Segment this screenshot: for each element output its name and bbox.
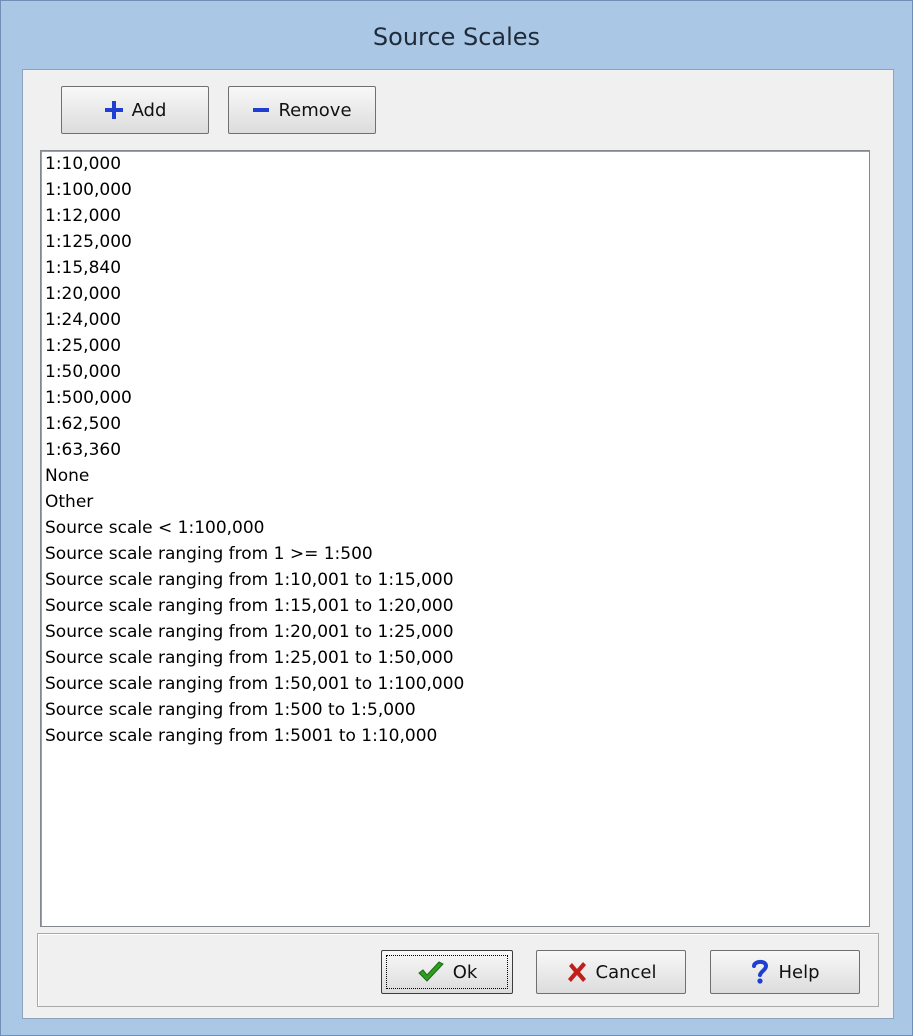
list-item[interactable]: 1:100,000 (41, 177, 869, 203)
list-item[interactable]: 1:25,000 (41, 333, 869, 359)
remove-button[interactable]: Remove (228, 86, 376, 134)
remove-button-label: Remove (278, 99, 352, 121)
checkmark-icon (417, 961, 445, 983)
list-item[interactable]: 1:50,000 (41, 359, 869, 385)
help-button[interactable]: Help (710, 950, 860, 994)
list-item[interactable]: 1:63,360 (41, 437, 869, 463)
ok-button[interactable]: Ok (381, 950, 513, 994)
ok-button-label: Ok (452, 961, 478, 983)
list-item[interactable]: Source scale ranging from 1:20,001 to 1:… (41, 619, 869, 645)
cancel-button-label: Cancel (595, 961, 657, 983)
list-item[interactable]: Other (41, 489, 869, 515)
add-button[interactable]: Add (61, 86, 209, 134)
focus-rectangle (386, 955, 508, 989)
x-icon (566, 961, 588, 983)
list-item[interactable]: Source scale ranging from 1:10,001 to 1:… (41, 567, 869, 593)
list-item[interactable]: 1:12,000 (41, 203, 869, 229)
add-button-label: Add (131, 99, 167, 121)
list-item[interactable]: 1:24,000 (41, 307, 869, 333)
plus-icon (104, 100, 124, 120)
button-panel: Ok Cancel Help (37, 933, 879, 1007)
list-item[interactable]: None (41, 463, 869, 489)
question-mark-icon (750, 959, 770, 985)
dialog-body: Add Remove 1:10,000 1:100,000 1:12,000 1:12… (22, 69, 894, 1019)
dialog-window: Source Scales Add Remove 1:10,000 1:100,0… (0, 0, 913, 1036)
title-bar[interactable]: Source Scales (1, 1, 912, 69)
help-button-label: Help (778, 961, 820, 983)
list-item[interactable]: Source scale ranging from 1:15,001 to 1:… (41, 593, 869, 619)
cancel-button[interactable]: Cancel (536, 950, 686, 994)
list-item[interactable]: 1:15,840 (41, 255, 869, 281)
list-item[interactable]: 1:10,000 (41, 151, 869, 177)
source-scales-listbox[interactable]: 1:10,000 1:100,000 1:12,000 1:125,000 1:15,8… (40, 150, 870, 927)
list-item[interactable]: 1:20,000 (41, 281, 869, 307)
list-item[interactable]: 1:125,000 (41, 229, 869, 255)
source-scales-list: 1:10,000 1:100,000 1:12,000 1:125,000 1:15,8… (41, 151, 869, 749)
minus-icon (252, 100, 270, 120)
list-item[interactable]: Source scale ranging from 1:500 to 1:5,0… (41, 697, 869, 723)
list-item[interactable]: 1:500,000 (41, 385, 869, 411)
window-title: Source Scales (372, 23, 541, 51)
list-item[interactable]: 1:62,500 (41, 411, 869, 437)
list-item[interactable]: Source scale ranging from 1:5001 to 1:10… (41, 723, 869, 749)
list-item[interactable]: Source scale ranging from 1 >= 1:500 (41, 541, 869, 567)
list-item[interactable]: Source scale < 1:100,000 (41, 515, 869, 541)
list-item[interactable]: Source scale ranging from 1:50,001 to 1:… (41, 671, 869, 697)
list-item[interactable]: Source scale ranging from 1:25,001 to 1:… (41, 645, 869, 671)
